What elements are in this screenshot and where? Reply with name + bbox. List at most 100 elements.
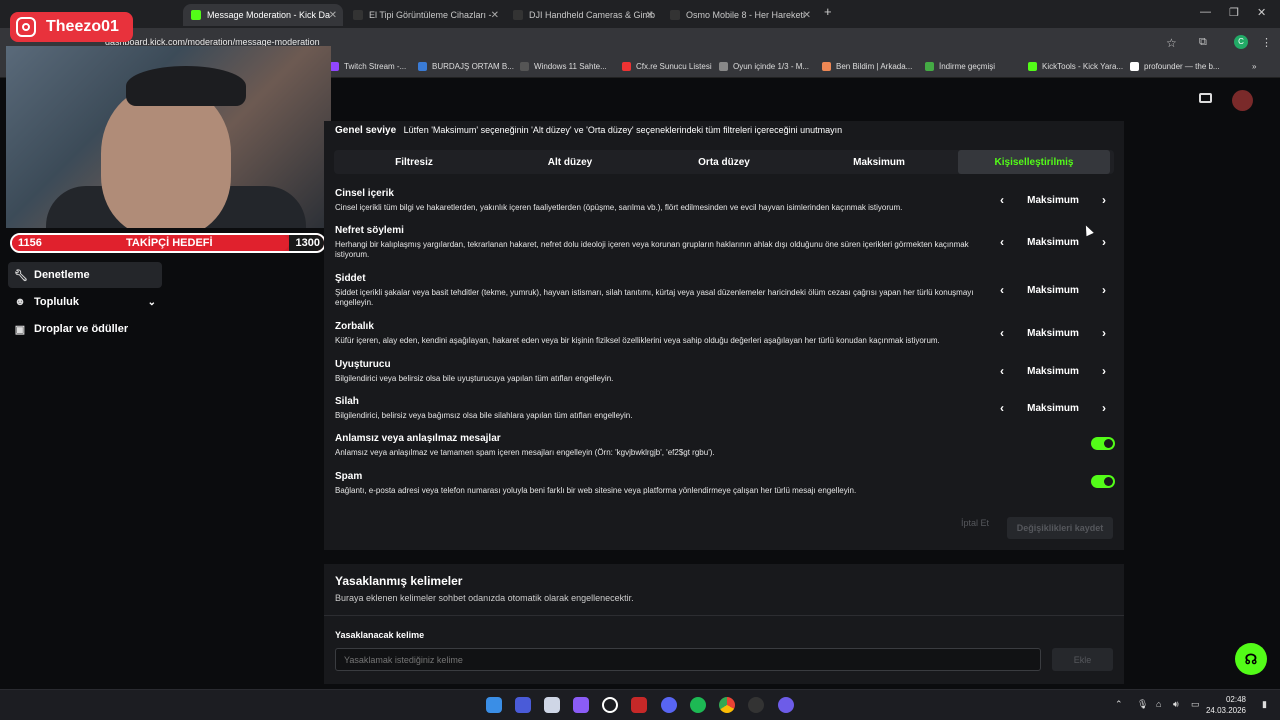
chevron-right-icon[interactable]: › [1095, 235, 1113, 249]
chevron-left-icon[interactable]: ‹ [993, 401, 1011, 415]
bookmark-icon [719, 62, 728, 71]
microphone-icon[interactable]: 🎙︎ [1137, 699, 1148, 710]
streamer-name: Theezo01 [46, 18, 119, 35]
banned-words-title: Yasaklanmış kelimeler [335, 574, 463, 588]
system-clock[interactable]: 02:48 24.03.2026 [1206, 694, 1246, 716]
close-tab-icon[interactable]: ✕ [803, 10, 811, 21]
bookmark-label: KickTools - Kick Yara... [1042, 62, 1124, 71]
obs-icon[interactable] [602, 697, 618, 713]
level-option-alt-duzey[interactable]: Alt düzey [494, 150, 646, 174]
sidebar-item-droplar[interactable]: ▣ Droplar ve ödüller [8, 316, 162, 342]
chevron-right-icon[interactable]: › [1095, 401, 1113, 415]
chevron-left-icon[interactable]: ‹ [993, 235, 1011, 249]
sidebar-item-denetleme[interactable]: 🔧︎ Denetleme [8, 262, 162, 288]
avatar[interactable] [1232, 90, 1253, 111]
cancel-button[interactable]: İptal Et [961, 518, 989, 528]
rule-cinsel-icerik: Cinsel içerik Cinsel içerikli tüm bilgi … [335, 188, 1115, 213]
rule-title: Spam [335, 471, 363, 482]
bookmark-item[interactable]: Cfx.re Sunucu Listesi [622, 62, 712, 71]
close-window-icon[interactable]: ✕ [1257, 6, 1266, 19]
chevron-right-icon[interactable]: › [1095, 193, 1113, 207]
menu-icon[interactable]: ⋮ [1261, 36, 1272, 49]
network-icon[interactable]: ⌂ [1156, 699, 1161, 709]
close-tab-icon[interactable]: ✕ [329, 10, 337, 21]
bookmark-star-icon[interactable]: ☆ [1166, 36, 1177, 50]
rule-description: Bağlantı, e-posta adresi veya telefon nu… [335, 486, 857, 495]
bookmark-item[interactable]: profounder — the b... [1130, 62, 1220, 71]
kick-icon [191, 10, 201, 20]
new-tab-button[interactable]: + [824, 4, 832, 19]
chevron-up-icon[interactable]: ⌃ [1115, 699, 1123, 710]
steam-icon[interactable] [748, 697, 764, 713]
site-icon [513, 10, 523, 20]
bookmark-icon [1130, 62, 1139, 71]
close-tab-icon[interactable]: ✕ [491, 10, 499, 21]
bookmark-label: Oyun içinde 1/3 - M... [733, 62, 810, 71]
bookmark-label: BURDAJŞ ORTAM B... [432, 62, 514, 71]
notepad-icon[interactable] [544, 697, 560, 713]
help-chat-button[interactable]: ☊ [1235, 643, 1267, 675]
volume-icon[interactable]: 🔊︎ [1173, 699, 1179, 710]
stream-icon[interactable] [1199, 93, 1212, 103]
level-option-filtresiz[interactable]: Filtresiz [338, 150, 490, 174]
save-changes-button[interactable]: Değişiklikleri kaydet [1007, 517, 1113, 539]
bookmark-icon [418, 62, 427, 71]
chevron-left-icon[interactable]: ‹ [993, 193, 1011, 207]
follower-goal-bar: 1156 TAKİPÇİ HEDEFİ 1300 [10, 233, 326, 253]
level-option-maksimum[interactable]: Maksimum [803, 150, 955, 174]
minimize-icon[interactable]: — [1200, 6, 1211, 18]
bookmark-item[interactable]: Ben Bildim | Arkada... [822, 62, 912, 71]
webcam-person-face [101, 86, 231, 228]
discord-icon[interactable] [661, 697, 677, 713]
tab-osmo-mobile[interactable]: Osmo Mobile 8 - Her Hareketi ✕ [662, 4, 817, 26]
news-icon[interactable] [631, 697, 647, 713]
level-option-orta-duzey[interactable]: Orta düzey [648, 150, 800, 174]
battery-icon[interactable]: ▭ [1191, 699, 1200, 710]
app-icon[interactable] [778, 697, 794, 713]
bookmark-item[interactable]: KickTools - Kick Yara... [1028, 62, 1123, 71]
chevron-right-icon[interactable]: › [1095, 326, 1113, 340]
chevron-right-icon[interactable]: › [1095, 364, 1113, 378]
bookmark-item[interactable]: Twitch Stream -... [330, 62, 406, 71]
level-option-kisisellestirilmis[interactable]: Kişiselleştirilmiş [958, 150, 1110, 174]
bookmark-label: Twitch Stream -... [344, 62, 407, 71]
rule-level-value: Maksimum [1027, 402, 1079, 414]
rule-description: Bilgilendirici veya belirsiz olsa bile u… [335, 374, 614, 383]
chevron-left-icon[interactable]: ‹ [993, 283, 1011, 297]
bookmark-item[interactable]: İndirme geçmişi [925, 62, 995, 71]
tab-title: El Tipi Görüntüleme Cihazları - [369, 10, 492, 20]
bookmark-item[interactable]: Oyun içinde 1/3 - M... [719, 62, 809, 71]
close-tab-icon[interactable]: ✕ [646, 10, 654, 21]
chevron-down-icon: ⌄ [147, 296, 156, 308]
chevron-left-icon[interactable]: ‹ [993, 364, 1011, 378]
more-bookmarks-icon[interactable]: » [1252, 62, 1256, 71]
profile-icon[interactable]: C [1234, 35, 1248, 49]
bookmark-item[interactable]: Windows 11 Sahte... [520, 62, 607, 71]
banned-word-input[interactable] [335, 648, 1041, 671]
rule-siddet: Şiddet Şiddet içerikli şakalar veya basi… [335, 273, 1115, 308]
streamer-name-badge: Theezo01 [10, 12, 133, 42]
rule-level-value: Maksimum [1027, 365, 1079, 377]
rule-level-value: Maksimum [1027, 194, 1079, 206]
notification-icon[interactable]: ▮ [1262, 699, 1267, 710]
toggle-switch[interactable] [1091, 475, 1115, 488]
add-button[interactable]: Ekle [1052, 648, 1113, 671]
chevron-left-icon[interactable]: ‹ [993, 326, 1011, 340]
start-icon[interactable] [486, 697, 502, 713]
chevron-right-icon[interactable]: › [1095, 283, 1113, 297]
tab-el-tipi[interactable]: El Tipi Görüntüleme Cihazları - ✕ [345, 4, 505, 26]
toggle-switch[interactable] [1091, 437, 1115, 450]
toggle-rule-spam: Spam Bağlantı, e-posta adresi veya telef… [335, 471, 1115, 496]
tab-message-moderation[interactable]: Message Moderation - Kick Da ✕ [183, 4, 343, 26]
powershell-icon[interactable] [515, 697, 531, 713]
tab-dji-handheld[interactable]: DJI Handheld Cameras & Gimb ✕ [505, 4, 660, 26]
bookmark-item[interactable]: BURDAJŞ ORTAM B... [418, 62, 514, 71]
sidebar-item-topluluk[interactable]: ☻ Topluluk ⌄ [8, 289, 162, 315]
site-icon [670, 10, 680, 20]
restore-icon[interactable]: ❐ [1229, 6, 1239, 19]
rule-level-value: Maksimum [1027, 284, 1079, 296]
apps-icon[interactable] [573, 697, 589, 713]
extensions-icon[interactable]: ⧉ [1199, 36, 1207, 49]
spotify-icon[interactable] [690, 697, 706, 713]
chrome-icon[interactable] [719, 697, 735, 713]
